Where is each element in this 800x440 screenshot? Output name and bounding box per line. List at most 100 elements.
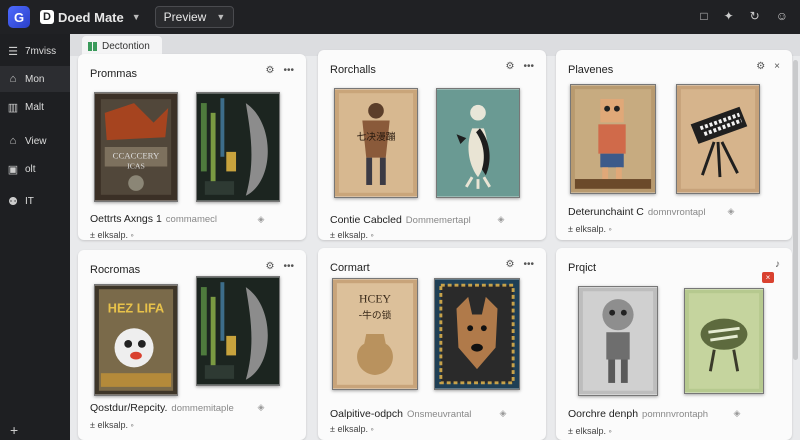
card-prqict[interactable]: Prqict ♪ × Oorchre denph pomnnvrontaph ◈ … [556,248,792,440]
caption-sub: Onsmeuvrantal [406,409,472,420]
app-switcher[interactable]: D Doed Mate ▼ [40,10,141,25]
shield-icon: ◈ [733,407,741,418]
svg-text:ICAS: ICAS [127,161,145,170]
preview-dropdown[interactable]: Preview ▼ [154,6,235,28]
more-icon[interactable]: ••• [283,65,294,76]
caption-main: Oalpitive-odpch [330,408,403,420]
svg-text:HEZ LIFA: HEZ LIFA [108,302,164,316]
main-area: Dectontion ⚙ ⚲ Prommas ⚙ ••• CCACCERYICA… [70,34,800,440]
sidebar-item-menu[interactable]: ☰ 7mviss [0,38,70,64]
card-meta: ± elksalp. ◦ [568,426,612,436]
person-icon: ⚉ [8,195,18,208]
user-icon[interactable]: ☺ [776,9,788,23]
close-icon[interactable]: × [774,61,780,72]
caption-main: Contie Cabcled [330,214,402,226]
sidebar-item-view[interactable]: ⌂ View [0,128,70,154]
bell-icon[interactable]: ✦ [724,9,734,23]
svg-text:CCACCERY: CCACCERY [113,151,160,161]
square-icon[interactable]: □ [700,9,707,23]
caption-sub: domnvrontapl [647,207,706,218]
card-meta: ± elksalp. ◦ [330,230,374,240]
artwork-poster[interactable]: 七决漫蹦 [334,88,418,198]
artwork-poster[interactable] [196,92,280,202]
artwork-poster[interactable] [196,276,280,386]
caption-sub: dommemitaple [171,403,234,414]
artwork-poster[interactable]: CCACCERY ICAS [94,92,178,202]
card-grid: Prommas ⚙ ••• CCACCERY ICAS Oettrts Axngs… [78,50,792,440]
sidebar-item-mon[interactable]: ⌂ Mon [0,66,70,92]
card-actions: ⚙ ••• [266,65,294,76]
gear-icon[interactable]: ⚙ [506,61,515,72]
card-title: Prqict [568,262,597,274]
app-logo[interactable]: G [8,6,30,28]
sidebar-item-label: olt [25,163,36,175]
card-actions: ⚙ × [756,61,780,72]
more-icon[interactable]: ••• [523,259,534,270]
card-rorchalls[interactable]: Rorchalls ⚙ ••• 七决漫蹦 Contie Cabcled Domme… [318,50,546,240]
artwork-poster[interactable] [578,286,658,396]
card-title: Rorchalls [330,64,376,76]
more-icon[interactable]: ••• [523,61,534,72]
gear-icon[interactable]: ⚙ [506,259,515,270]
card-title: Plavenes [568,64,614,76]
gear-icon[interactable]: ⚙ [266,261,275,272]
card-caption: Qostdur/Repcity. dommemitaple [90,402,234,414]
refresh-icon[interactable]: ↻ [750,9,760,23]
sidebar-item-label: Malt [25,101,44,113]
sidebar-item-label: View [25,135,47,147]
more-icon[interactable]: ••• [283,261,294,272]
artwork-poster[interactable] [684,288,764,394]
shield-icon: ◈ [499,407,507,418]
artwork-poster[interactable] [434,278,520,390]
close-badge[interactable]: × [762,272,774,283]
sidebar-item-label: 7mviss [25,45,57,57]
card-actions: ⚙ ••• [266,261,294,272]
view-icon: ⌂ [9,135,17,147]
caption-main: Oettrts Axngs 1 [90,213,162,225]
shield-icon: ◈ [727,205,735,216]
chevron-down-icon: ▼ [131,12,141,22]
card-meta: ± elksalp. ◦ [90,230,134,240]
card-title: Prommas [90,68,138,80]
sidebar-item-malt[interactable]: ▥ Malt [0,94,70,120]
gear-icon[interactable]: ⚙ [266,65,275,76]
artwork-poster[interactable]: HEZ LIFA [94,284,178,396]
preview-label: Preview [163,10,207,24]
svg-text:-牛の锁: -牛の锁 [359,308,392,321]
scrollbar[interactable] [793,60,798,360]
card-cormart[interactable]: Cormart ⚙ ••• HCEY -牛の锁 Oalpitive-odpch On… [318,248,546,440]
caption-sub: pomnnvrontaph [642,409,709,420]
svg-text:HCEY: HCEY [359,293,391,306]
card-prommas[interactable]: Prommas ⚙ ••• CCACCERY ICAS Oettrts Axngs… [78,54,306,240]
artwork-poster[interactable] [676,84,760,194]
card-caption: Oorchre denph pomnnvrontaph [568,408,708,420]
doc-icon: ▣ [7,163,19,176]
card-plavenes[interactable]: Plavenes ⚙ × Deterunchaint Cdomnvrontapl… [556,50,792,240]
top-bar: G D Doed Mate ▼ Preview ▼ □ ✦ ↻ ☺ [0,0,800,34]
card-meta: ± elksalp. ◦ [568,224,612,234]
caption-sub: commamecl [165,214,217,225]
app-mark-icon: D [40,10,54,24]
artwork-poster[interactable] [436,88,520,198]
home-icon: ⌂ [9,73,17,85]
card-actions: ⚙ ••• [506,61,534,72]
artwork-poster[interactable] [570,84,656,194]
caption-main: Deterunchaint C [568,206,644,218]
sidebar-item-label: Mon [25,73,45,85]
svg-text:七决漫蹦: 七决漫蹦 [357,131,396,143]
shield-icon: ◈ [257,213,265,224]
sidebar-item-it[interactable]: ⚉ IT [0,188,70,214]
card-title: Rocromas [90,264,141,276]
card-meta: ± elksalp. ◦ [90,420,134,430]
gear-icon[interactable]: ⚙ [756,61,765,72]
app-name: Doed Mate [58,9,124,25]
top-icons: □ ✦ ↻ ☺ [700,9,788,23]
sidebar-item-olt[interactable]: ▣ olt [0,156,70,182]
bell-icon[interactable]: ♪ [775,259,780,270]
card-title: Cormart [330,262,370,274]
chevron-down-icon: ▼ [216,12,226,22]
artwork-poster[interactable]: HCEY -牛の锁 [332,278,418,390]
add-icon[interactable]: + [10,422,18,438]
card-rocromas[interactable]: Rocromas ⚙ ••• HEZ LIFA Qostdur/Repcity.… [78,250,306,440]
card-caption: Contie Cabcled Dommemertapl [330,214,471,226]
